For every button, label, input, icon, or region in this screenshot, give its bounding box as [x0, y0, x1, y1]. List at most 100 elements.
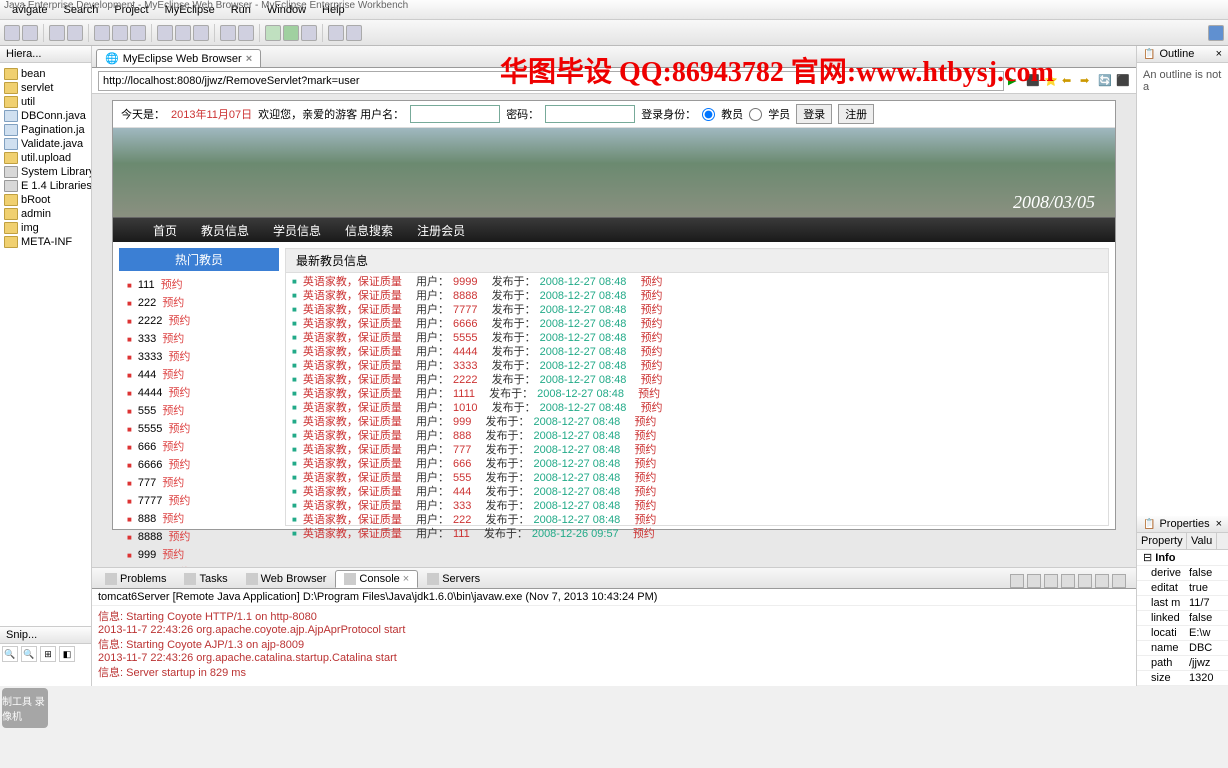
hot-teacher-item[interactable]: 555 预约 [127, 401, 271, 419]
toolbar-icon[interactable] [175, 25, 191, 41]
toolbar-icon[interactable] [130, 25, 146, 41]
news-item[interactable]: 英语家教，保证质量 用户：111 发布于：2008-12-26 09:57 预约 [292, 527, 1102, 541]
hot-teacher-item[interactable]: 7777 预约 [127, 491, 271, 509]
tree-item[interactable]: util [2, 95, 89, 109]
news-item[interactable]: 英语家教，保证质量 用户：7777 发布于：2008-12-27 08:48 预… [292, 303, 1102, 317]
tree-item[interactable]: util.upload [2, 151, 89, 165]
tab-problems[interactable]: Problems [96, 570, 175, 588]
hot-teacher-item[interactable]: 888 预约 [127, 509, 271, 527]
tab-web-browser[interactable]: Web Browser [237, 570, 336, 588]
property-row[interactable]: nameDBC [1137, 641, 1228, 656]
nav-link[interactable]: 教员信息 [201, 222, 249, 239]
tree-item[interactable]: System Library [2, 165, 89, 179]
news-item[interactable]: 英语家教，保证质量 用户：9999 发布于：2008-12-27 08:48 预… [292, 275, 1102, 289]
tree-item[interactable]: E 1.4 Libraries [2, 179, 89, 193]
hot-teacher-item[interactable]: 111 预约 [127, 275, 271, 293]
hot-teacher-item[interactable]: 333 预约 [127, 329, 271, 347]
news-item[interactable]: 英语家教，保证质量 用户：444 发布于：2008-12-27 08:48 预约 [292, 485, 1102, 499]
back-icon[interactable]: ⬅ [1062, 74, 1076, 88]
tab-console[interactable]: Console × [335, 570, 418, 588]
nav-link[interactable]: 注册会员 [417, 222, 465, 239]
login-button[interactable]: 登录 [796, 104, 832, 124]
tool-icon[interactable]: ⊞ [40, 646, 56, 662]
debug-icon[interactable] [265, 25, 281, 41]
toolbar-icon[interactable] [328, 25, 344, 41]
outline-tab[interactable]: 📋 Outline × [1137, 46, 1228, 63]
news-item[interactable]: 英语家教，保证质量 用户：5555 发布于：2008-12-27 08:48 预… [292, 331, 1102, 345]
hot-teacher-item[interactable]: 8888 预约 [127, 527, 271, 545]
property-row[interactable]: linkedfalse [1137, 611, 1228, 626]
save-icon[interactable] [22, 25, 38, 41]
console-tool-icon[interactable] [1112, 574, 1126, 588]
close-icon[interactable]: × [246, 53, 252, 65]
tree-item[interactable]: bean [2, 67, 89, 81]
username-input[interactable] [410, 105, 500, 123]
register-button[interactable]: 注册 [838, 104, 874, 124]
property-row[interactable]: locatiE:\w [1137, 626, 1228, 641]
browser-tab[interactable]: 🌐 MyEclipse Web Browser × [96, 49, 261, 67]
news-item[interactable]: 英语家教，保证质量 用户：3333 发布于：2008-12-27 08:48 预… [292, 359, 1102, 373]
console-tool-icon[interactable] [1027, 574, 1041, 588]
toolbar-icon[interactable] [157, 25, 173, 41]
console-tool-icon[interactable] [1078, 574, 1092, 588]
toolbar-icon[interactable] [94, 25, 110, 41]
hot-teacher-item[interactable]: 777 预约 [127, 473, 271, 491]
hot-teacher-item[interactable]: 222 预约 [127, 293, 271, 311]
property-row[interactable]: size1320 [1137, 671, 1228, 686]
console-tool-icon[interactable] [1044, 574, 1058, 588]
myeclipse-icon[interactable] [1208, 25, 1224, 41]
hot-teacher-item[interactable]: 2222 预约 [127, 311, 271, 329]
toolbar-icon[interactable] [49, 25, 65, 41]
nav-link[interactable]: 学员信息 [273, 222, 321, 239]
toolbar-icon[interactable] [67, 25, 83, 41]
console-tool-icon[interactable] [1095, 574, 1109, 588]
tab-tasks[interactable]: Tasks [175, 570, 236, 588]
news-item[interactable]: 英语家教，保证质量 用户：1111 发布于：2008-12-27 08:48 预… [292, 387, 1102, 401]
tree-item[interactable]: DBConn.java [2, 109, 89, 123]
tab-servers[interactable]: Servers [418, 570, 489, 588]
hot-teacher-item[interactable]: 4444 预约 [127, 383, 271, 401]
news-item[interactable]: 英语家教，保证质量 用户：4444 发布于：2008-12-27 08:48 预… [292, 345, 1102, 359]
news-item[interactable]: 英语家教，保证质量 用户：777 发布于：2008-12-27 08:48 预约 [292, 443, 1102, 457]
property-row[interactable]: last m11/7 [1137, 596, 1228, 611]
hot-teacher-item[interactable]: 5555 预约 [127, 419, 271, 437]
hot-teacher-item[interactable]: 999 预约 [127, 545, 271, 563]
properties-tab[interactable]: 📋 Properties × [1137, 516, 1228, 533]
hot-teacher-item[interactable]: 666 预约 [127, 437, 271, 455]
address-input[interactable] [98, 71, 1004, 91]
news-item[interactable]: 英语家教，保证质量 用户：666 发布于：2008-12-27 08:48 预约 [292, 457, 1102, 471]
role-teacher-radio[interactable] [702, 108, 715, 121]
package-explorer[interactable]: beanservletutilDBConn.javaPagination.jaV… [0, 63, 91, 626]
tree-item[interactable]: bRoot [2, 193, 89, 207]
zoom-in-icon[interactable]: 🔍 [2, 646, 18, 662]
news-item[interactable]: 英语家教，保证质量 用户：6666 发布于：2008-12-27 08:48 预… [292, 317, 1102, 331]
tree-item[interactable]: META-INF [2, 235, 89, 249]
property-row[interactable]: derivefalse [1137, 566, 1228, 581]
toolbar-icon[interactable] [238, 25, 254, 41]
toolbar-icon[interactable] [301, 25, 317, 41]
tree-item[interactable]: servlet [2, 81, 89, 95]
news-item[interactable]: 英语家教，保证质量 用户：8888 发布于：2008-12-27 08:48 预… [292, 289, 1102, 303]
hierarchy-tab[interactable]: Hiera... [0, 46, 91, 63]
go-icon[interactable]: ▶ [1008, 74, 1022, 88]
new-icon[interactable] [4, 25, 20, 41]
tree-item[interactable]: img [2, 221, 89, 235]
news-item[interactable]: 英语家教，保证质量 用户：222 发布于：2008-12-27 08:48 预约 [292, 513, 1102, 527]
forward-icon[interactable]: ➡ [1080, 74, 1094, 88]
password-input[interactable] [545, 105, 635, 123]
tree-item[interactable]: Validate.java [2, 137, 89, 151]
toolbar-icon[interactable] [193, 25, 209, 41]
console-output[interactable]: 信息: Starting Coyote HTTP/1.1 on http-808… [92, 606, 1136, 686]
tree-item[interactable]: Pagination.ja [2, 123, 89, 137]
run-icon[interactable] [283, 25, 299, 41]
news-item[interactable]: 英语家教，保证质量 用户：888 发布于：2008-12-27 08:48 预约 [292, 429, 1102, 443]
nav-link[interactable]: 首页 [153, 222, 177, 239]
zoom-out-icon[interactable]: 🔍 [21, 646, 37, 662]
fav-icon[interactable]: ⭐ [1044, 74, 1058, 88]
console-tool-icon[interactable] [1061, 574, 1075, 588]
news-item[interactable]: 英语家教，保证质量 用户：333 发布于：2008-12-27 08:48 预约 [292, 499, 1102, 513]
hot-teacher-item[interactable]: 444 预约 [127, 365, 271, 383]
tool-icon[interactable]: ◧ [59, 646, 75, 662]
property-row[interactable]: editattrue [1137, 581, 1228, 596]
news-item[interactable]: 英语家教，保证质量 用户：2222 发布于：2008-12-27 08:48 预… [292, 373, 1102, 387]
